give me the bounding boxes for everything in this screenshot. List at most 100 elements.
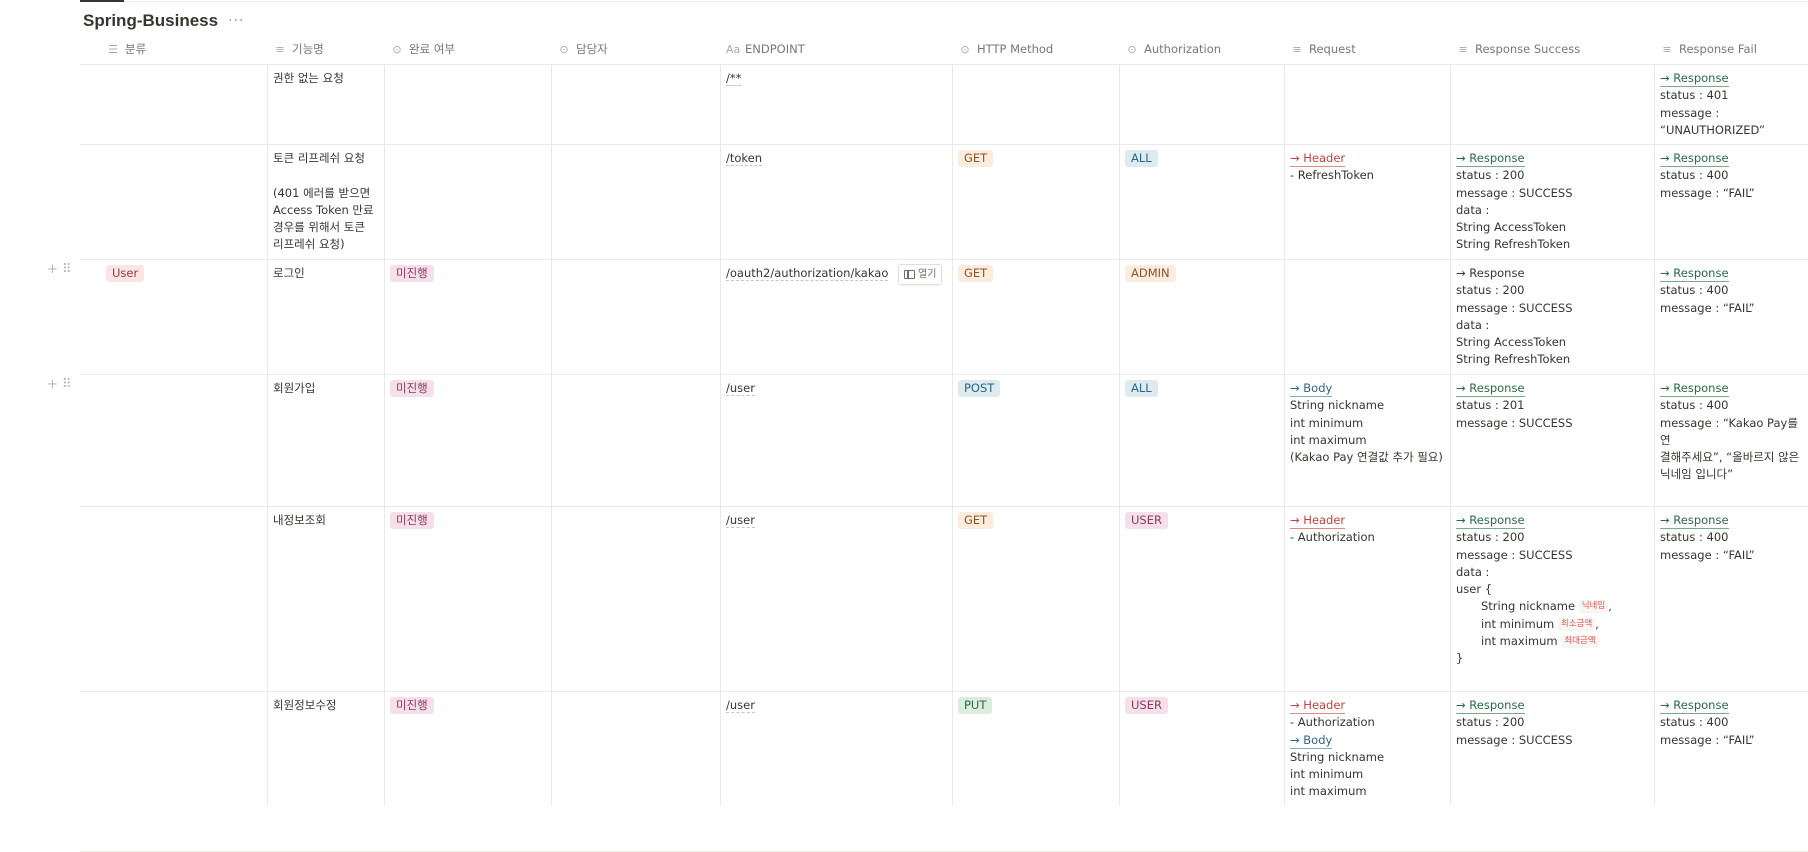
- cell-status[interactable]: 미진행: [390, 374, 545, 397]
- cell-auth[interactable]: ADMIN: [1125, 259, 1278, 282]
- table-row[interactable]: 토큰 리프레쉬 요청 (401 에러를 받으면 Access Token 만료 경우…: [80, 144, 1808, 260]
- table-row[interactable]: + ⠿ User 로그인 미진행/oauth2/authorization/kakao 열…: [47, 259, 1808, 375]
- cell-name[interactable]: 회원정보수정: [273, 691, 378, 714]
- cell-name[interactable]: 토큰 리프레쉬 요청 (401 에러를 받으면 Access Token 만료 경우…: [273, 144, 378, 254]
- section-link[interactable]: → Response: [1660, 698, 1729, 714]
- cell-method[interactable]: GET: [958, 506, 1113, 529]
- cell-assignee[interactable]: [557, 144, 714, 150]
- cell-category[interactable]: [106, 374, 281, 380]
- cell-endpoint[interactable]: /token: [726, 144, 946, 167]
- section-link[interactable]: → Response: [1456, 698, 1525, 714]
- cell-success[interactable]: → Response status : 200 message : SUCCESS: [1456, 691, 1648, 749]
- cell-endpoint[interactable]: /user: [726, 691, 946, 714]
- cell-fail[interactable]: → Response status : 400 message : “Kakao P…: [1660, 374, 1802, 484]
- cell-status[interactable]: [390, 64, 545, 70]
- cell-name[interactable]: 권한 없는 요청: [273, 64, 378, 87]
- cell-name[interactable]: 로그인: [273, 259, 378, 282]
- cell-fail[interactable]: → Response status : 400 message : “FAIL”: [1660, 259, 1802, 317]
- cell-auth[interactable]: ALL: [1125, 144, 1278, 167]
- page-title[interactable]: Spring-Business: [83, 11, 218, 31]
- cell-assignee[interactable]: [557, 691, 714, 697]
- column-header-status[interactable]: ⊙ 완료 여부: [390, 34, 549, 64]
- column-header-request[interactable]: ≡ Request: [1290, 34, 1448, 64]
- cell-status[interactable]: 미진행: [390, 506, 545, 529]
- column-header-auth[interactable]: ⊙ Authorization: [1125, 34, 1282, 64]
- cell-category[interactable]: User: [106, 259, 281, 282]
- column-header-fail[interactable]: ≡ Response Fail: [1660, 34, 1806, 64]
- cell-status[interactable]: 미진행: [390, 691, 545, 714]
- section-link[interactable]: → Body: [1290, 733, 1333, 749]
- section-link[interactable]: → Header: [1290, 151, 1346, 167]
- section-link[interactable]: → Response: [1456, 381, 1525, 397]
- drag-handle-icon[interactable]: ⠿: [62, 262, 72, 277]
- cell-endpoint[interactable]: /**: [726, 64, 946, 87]
- cell-method[interactable]: PUT: [958, 691, 1113, 714]
- cell-request[interactable]: [1290, 64, 1444, 70]
- cell-request[interactable]: → Header - Authorization: [1290, 506, 1444, 547]
- cell-request[interactable]: → Header - Authorization → Body String nick…: [1290, 691, 1444, 801]
- add-row-icon[interactable]: +: [47, 377, 58, 392]
- section-link[interactable]: → Response: [1660, 266, 1729, 282]
- content-line: String RefreshToken: [1456, 351, 1648, 368]
- section-link[interactable]: → Response: [1456, 266, 1525, 280]
- cell-category[interactable]: [106, 506, 281, 512]
- cell-auth[interactable]: [1125, 64, 1278, 70]
- column-header-method[interactable]: ⊙ HTTP Method: [958, 34, 1117, 64]
- cell-endpoint[interactable]: /oauth2/authorization/kakao 열기: [726, 259, 946, 286]
- cell-endpoint[interactable]: /user: [726, 506, 946, 529]
- more-options-icon[interactable]: ···: [228, 13, 244, 29]
- cell-assignee[interactable]: [557, 259, 714, 265]
- cell-category[interactable]: [106, 144, 281, 150]
- cell-fail[interactable]: → Response status : 400 message : “FAIL”: [1660, 506, 1802, 564]
- cell-auth[interactable]: USER: [1125, 691, 1278, 714]
- cell-method[interactable]: [958, 64, 1113, 70]
- drag-handle-icon[interactable]: ⠿: [62, 377, 72, 392]
- section-link[interactable]: → Header: [1290, 698, 1346, 714]
- cell-success[interactable]: → Response status : 200 message : SUCCESS d…: [1456, 506, 1648, 668]
- section-link[interactable]: → Response: [1456, 151, 1525, 167]
- add-row-icon[interactable]: +: [47, 262, 58, 277]
- cell-method[interactable]: GET: [958, 259, 1113, 282]
- section-link[interactable]: → Response: [1660, 513, 1729, 529]
- cell-success[interactable]: → Response status : 200 message : SUCCESS d…: [1456, 259, 1648, 369]
- cell-request[interactable]: → Header - RefreshToken: [1290, 144, 1444, 185]
- section-link[interactable]: → Response: [1660, 71, 1729, 87]
- section-link[interactable]: → Response: [1660, 381, 1729, 397]
- cell-method[interactable]: POST: [958, 374, 1113, 397]
- column-header-assignee[interactable]: ⊙ 담당자: [557, 34, 718, 64]
- cell-assignee[interactable]: [557, 374, 714, 380]
- cell-success[interactable]: → Response status : 200 message : SUCCESS d…: [1456, 144, 1648, 254]
- cell-fail[interactable]: → Response status : 400 message : “FAIL”: [1660, 691, 1802, 749]
- section-link[interactable]: → Response: [1456, 513, 1525, 529]
- table-row[interactable]: 권한 없는 요청 /** → Response status : 401 message…: [80, 64, 1808, 145]
- section-link[interactable]: → Body: [1290, 381, 1333, 397]
- cell-request[interactable]: [1290, 259, 1444, 265]
- cell-name[interactable]: 내정보조회: [273, 506, 378, 529]
- cell-category[interactable]: [106, 691, 281, 697]
- column-header-endpoint[interactable]: Aa ENDPOINT: [726, 34, 950, 64]
- cell-method[interactable]: GET: [958, 144, 1113, 167]
- column-header-category[interactable]: ☰ 분류: [106, 34, 285, 64]
- cell-request[interactable]: → Body String nickname int minimum int maxi…: [1290, 374, 1444, 466]
- section-link[interactable]: → Response: [1660, 151, 1729, 167]
- column-header-success[interactable]: ≡ Response Success: [1456, 34, 1652, 64]
- cell-assignee[interactable]: [557, 506, 714, 512]
- cell-auth[interactable]: ALL: [1125, 374, 1278, 397]
- table-row[interactable]: + ⠿ 회원가입 미진행/user POST ALL → Body String nickna…: [47, 374, 1808, 507]
- cell-success[interactable]: [1456, 64, 1648, 70]
- cell-fail[interactable]: → Response status : 401 message : “UNAUTHOR…: [1660, 64, 1802, 139]
- table-row[interactable]: 회원정보수정 미진행/user PUT USER → Header - Authoriza…: [80, 691, 1808, 852]
- cell-fail[interactable]: → Response status : 400 message : “FAIL”: [1660, 144, 1802, 202]
- cell-success[interactable]: → Response status : 201 message : SUCCESS: [1456, 374, 1648, 432]
- section-link[interactable]: → Header: [1290, 513, 1346, 529]
- open-button[interactable]: 열기: [898, 264, 943, 286]
- cell-status[interactable]: 미진행: [390, 259, 545, 282]
- column-header-name[interactable]: ≡ 기능명: [273, 34, 382, 64]
- cell-assignee[interactable]: [557, 64, 714, 70]
- cell-status[interactable]: [390, 144, 545, 150]
- cell-name[interactable]: 회원가입: [273, 374, 378, 397]
- cell-auth[interactable]: USER: [1125, 506, 1278, 529]
- cell-category[interactable]: [106, 64, 281, 70]
- cell-endpoint[interactable]: /user: [726, 374, 946, 397]
- table-row[interactable]: 내정보조회 미진행/user GET USER → Header - Authorizat…: [80, 506, 1808, 692]
